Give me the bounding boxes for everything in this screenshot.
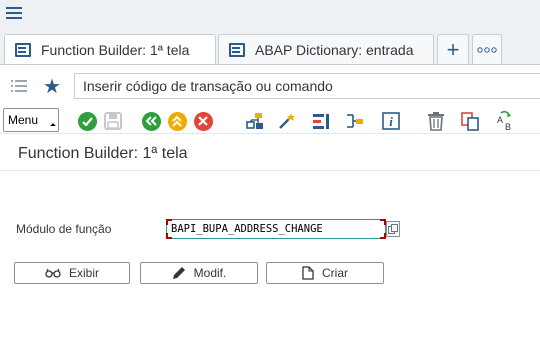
command-field[interactable] (74, 73, 540, 99)
list-icon[interactable] (4, 73, 34, 99)
change-button[interactable]: Modif. (140, 262, 258, 284)
cancel-icon[interactable] (192, 110, 214, 132)
favorites-star-icon[interactable]: ★ (38, 73, 66, 99)
function-module-field[interactable] (166, 219, 386, 239)
list-icon-graphic (11, 80, 27, 92)
application-toolbar: Menu i A B (0, 104, 540, 134)
tab-label: Function Builder: 1ª tela (41, 41, 190, 58)
back-icon[interactable] (140, 110, 162, 132)
menu-button[interactable]: Menu (3, 108, 59, 132)
caret-icon (50, 123, 56, 129)
svg-text:i: i (389, 114, 393, 129)
create-button[interactable]: Criar (266, 262, 384, 284)
navigation-icon[interactable] (344, 110, 366, 132)
new-tab-button[interactable]: + (437, 34, 469, 64)
tab-bar: Function Builder: 1ª tela ABAP Dictionar… (0, 32, 540, 64)
delete-icon[interactable] (425, 110, 447, 132)
create-label: Criar (322, 266, 348, 280)
window-icon (229, 42, 245, 57)
window-icon (15, 42, 31, 57)
pencil-icon (172, 266, 186, 280)
object-list-icon[interactable] (244, 110, 266, 132)
display-label: Exibir (68, 266, 99, 280)
more-tabs-button[interactable] (472, 34, 502, 64)
glasses-icon (45, 268, 61, 278)
svg-text:A: A (497, 115, 503, 125)
rename-icon[interactable]: A B (494, 110, 516, 132)
page-title: Function Builder: 1ª tela (18, 145, 188, 162)
value-help-icon (388, 224, 398, 234)
display-button[interactable]: Exibir (14, 262, 130, 284)
more-icon (477, 46, 497, 53)
change-label: Modif. (193, 266, 227, 280)
info-icon[interactable]: i (380, 110, 402, 132)
shell-header: Function Builder: 1ª tela ABAP Dictionar… (0, 0, 540, 134)
command-row: ★ (0, 64, 540, 104)
tab-label: ABAP Dictionary: entrada (255, 41, 414, 58)
copy-icon[interactable] (459, 110, 481, 132)
tab-abap-dictionary[interactable]: ABAP Dictionary: entrada (218, 34, 434, 64)
tab-function-builder[interactable]: Function Builder: 1ª tela (4, 34, 216, 64)
menu-label: Menu (8, 113, 39, 127)
exit-icon[interactable] (166, 110, 188, 132)
new-document-icon (302, 266, 314, 280)
divider (0, 170, 540, 171)
where-used-icon[interactable] (310, 110, 332, 132)
hamburger-icon[interactable] (6, 5, 22, 21)
check-icon[interactable] (76, 110, 98, 132)
magic-wand-icon[interactable] (276, 110, 298, 132)
value-help-button[interactable] (386, 221, 400, 237)
function-module-input[interactable] (171, 221, 381, 237)
svg-text:B: B (505, 122, 511, 131)
function-module-label: Módulo de função (16, 222, 112, 236)
save-icon (102, 110, 124, 132)
